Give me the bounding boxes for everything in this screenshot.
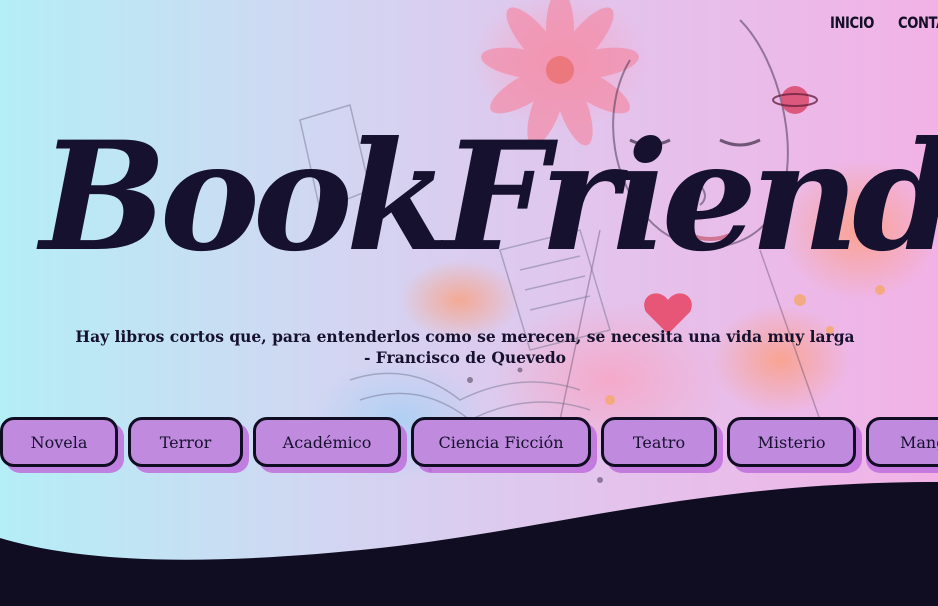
genre-button-misterio[interactable]: Misterio: [727, 417, 856, 467]
footer-wave: [0, 482, 938, 606]
nav-link-inicio[interactable]: INICIO: [830, 13, 874, 32]
genre-button-novela[interactable]: Novela: [0, 417, 118, 467]
quote-block: Hay libros cortos que, para entenderlos …: [0, 326, 930, 368]
genre-button-ciencia-ficcion[interactable]: Ciencia Ficción: [411, 417, 591, 467]
site-title: BookFriend: [40, 109, 938, 285]
genre-button-teatro[interactable]: Teatro: [601, 417, 717, 467]
genre-button-terror[interactable]: Terror: [128, 417, 243, 467]
quote-text: Hay libros cortos que, para entenderlos …: [75, 327, 855, 346]
quote-author: - Francisco de Quevedo: [363, 348, 567, 367]
genre-button-manga[interactable]: Mang: [866, 417, 938, 467]
genre-button-academico[interactable]: Académico: [253, 417, 401, 467]
top-nav: INICIO CONTA: [830, 13, 938, 32]
nav-link-contacto[interactable]: CONTA: [898, 13, 938, 32]
